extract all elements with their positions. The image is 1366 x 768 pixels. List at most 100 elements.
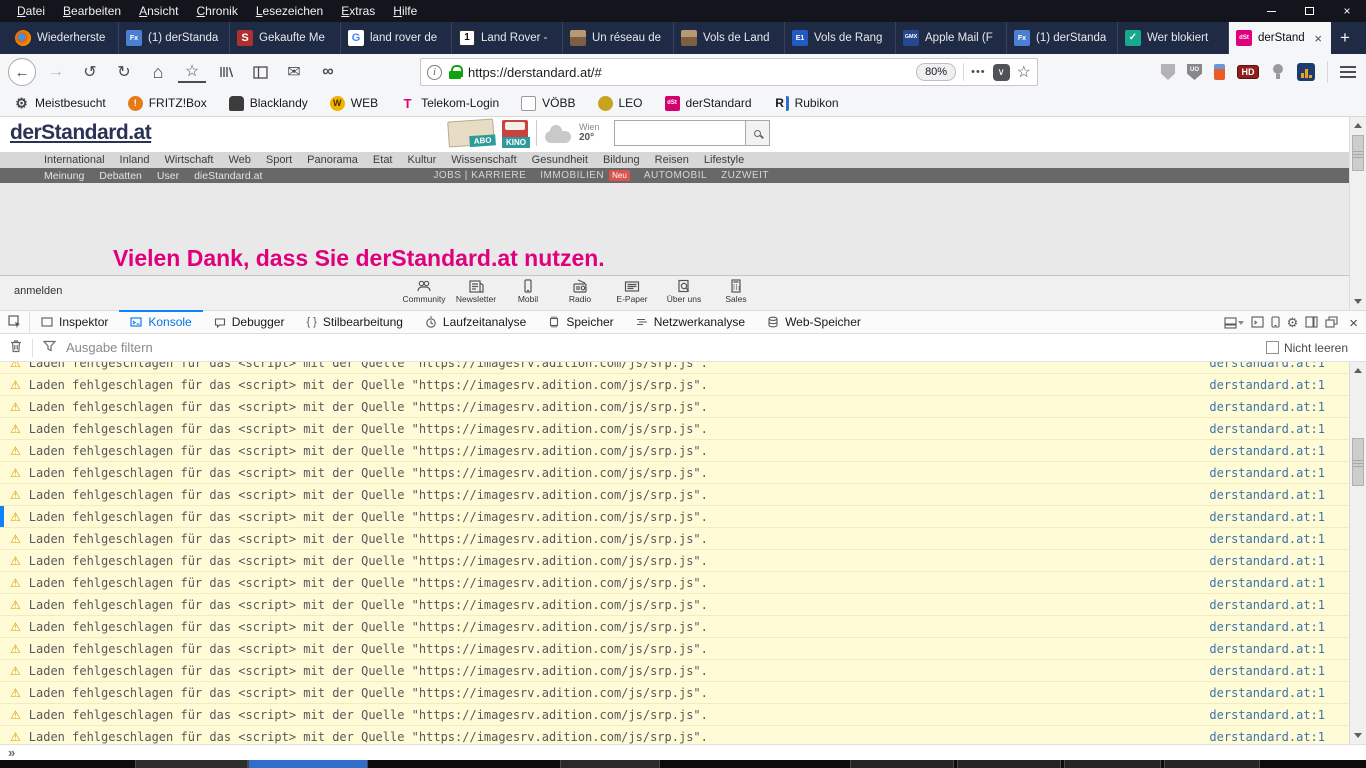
close-button[interactable]: × <box>1328 0 1366 22</box>
site-nav-link[interactable]: Bildung <box>603 154 640 166</box>
menu-item[interactable]: Lesezeichen <box>247 1 332 21</box>
site-logo[interactable]: derStandard.at <box>10 121 151 145</box>
abo-icon[interactable]: ABO <box>447 118 495 147</box>
bookmark-item[interactable]: ⚙ Meistbesucht <box>14 96 106 111</box>
bookmark-item[interactable]: ! FRITZ!Box <box>128 96 207 111</box>
site-nav-link[interactable]: dieStandard.at <box>194 170 262 182</box>
scroll-up-icon[interactable] <box>1354 368 1362 373</box>
devtools-tab-web-speicher[interactable]: Web-Speicher <box>756 311 872 333</box>
site-search-button[interactable] <box>746 120 770 146</box>
scrollbar-thumb[interactable] <box>1352 438 1364 486</box>
zoom-indicator[interactable]: 80% <box>916 63 956 81</box>
url-text[interactable]: https://derstandard.at/# <box>468 65 909 80</box>
mask-icon[interactable]: ∞ <box>314 58 342 86</box>
console-row[interactable]: ⚠Laden fehlgeschlagen für das <script> m… <box>0 506 1349 528</box>
extension-icon[interactable] <box>1214 64 1225 80</box>
responsive-mode-icon[interactable] <box>1271 316 1280 331</box>
site-nav-link[interactable]: International <box>44 154 105 166</box>
taskbar-app-segment[interactable] <box>248 760 368 768</box>
bookmark-item[interactable]: R Rubikon <box>774 96 839 111</box>
console-source-link[interactable]: derstandard.at:1 <box>1209 730 1325 744</box>
site-nav-link[interactable]: Debatten <box>99 170 142 182</box>
library-icon[interactable] <box>212 58 240 86</box>
back-icon[interactable]: ← <box>8 58 36 86</box>
console-row[interactable]: ⚠Laden fehlgeschlagen für das <script> m… <box>0 682 1349 704</box>
site-nav-link[interactable]: AUTOMOBIL <box>644 170 707 181</box>
console-source-link[interactable]: derstandard.at:1 <box>1209 598 1325 612</box>
console-row[interactable]: ⚠Laden fehlgeschlagen für das <script> m… <box>0 484 1349 506</box>
weather-widget[interactable]: Wien20° <box>579 122 600 144</box>
bookmark-item[interactable]: LEO <box>598 96 643 111</box>
bookmark-item[interactable]: VÖBB <box>521 96 575 111</box>
console-row[interactable]: ⚠Laden fehlgeschlagen für das <script> m… <box>0 660 1349 682</box>
console-row[interactable]: ⚠Laden fehlgeschlagen für das <script> m… <box>0 362 1349 374</box>
site-nav-link[interactable]: Sport <box>266 154 292 166</box>
clear-console-trash-icon[interactable] <box>10 339 22 356</box>
site-nav-link[interactable]: Meinung <box>44 170 84 182</box>
bookmark-star-icon[interactable]: ☆ <box>178 61 206 83</box>
forward-icon[interactable]: → <box>42 58 70 86</box>
console-source-link[interactable]: derstandard.at:1 <box>1209 378 1325 392</box>
console-row[interactable]: ⚠Laden fehlgeschlagen für das <script> m… <box>0 396 1349 418</box>
maximize-button[interactable] <box>1290 0 1328 22</box>
devtools-tab-speicher[interactable]: Speicher <box>537 311 624 333</box>
persist-logs-checkbox[interactable] <box>1266 341 1279 354</box>
menu-item[interactable]: Datei <box>8 1 54 21</box>
menu-item[interactable]: Hilfe <box>384 1 426 21</box>
footer-link-newsletter[interactable]: Newsletter <box>450 279 502 304</box>
console-source-link[interactable]: derstandard.at:1 <box>1209 532 1325 546</box>
menu-item[interactable]: Chronik <box>187 1 246 21</box>
page-actions-icon[interactable]: ••• <box>971 66 986 78</box>
browser-tab[interactable]: Vols de Land <box>674 22 785 54</box>
site-nav-link[interactable]: Inland <box>120 154 150 166</box>
devtools-tab-laufzeitanalyse[interactable]: Laufzeitanalyse <box>414 311 537 333</box>
browser-tab[interactable]: ✓ Wer blokiert <box>1118 22 1229 54</box>
anmelden-link[interactable]: anmelden <box>14 285 62 297</box>
footer-link-sales[interactable]: Sales <box>710 279 762 304</box>
console-source-link[interactable]: derstandard.at:1 <box>1209 554 1325 568</box>
browser-tab[interactable]: E1 Vols de Rang <box>785 22 896 54</box>
devtools-tab-netzwerkanalyse[interactable]: Netzwerkanalyse <box>625 311 756 333</box>
sidebar-icon[interactable] <box>246 58 274 86</box>
console-row[interactable]: ⚠Laden fehlgeschlagen für das <script> m… <box>0 726 1349 744</box>
console-input-line[interactable]: » <box>0 744 1366 760</box>
page-info-icon[interactable]: i <box>427 65 442 80</box>
devtools-tab-stilbearbeitung[interactable]: { } Stilbearbeitung <box>295 311 413 333</box>
hd-extension-icon[interactable]: HD <box>1237 65 1259 79</box>
pick-element-icon[interactable] <box>0 311 30 333</box>
devtools-tab-konsole[interactable]: Konsole <box>119 311 202 333</box>
site-nav-link[interactable]: Gesundheit <box>532 154 588 166</box>
site-nav-link[interactable]: User <box>157 170 179 182</box>
url-bar[interactable]: i https://derstandard.at/# 80% ••• ∨ ☆ <box>420 58 1038 86</box>
footer-link-mobil[interactable]: Mobil <box>502 279 554 304</box>
separate-window-icon[interactable] <box>1325 316 1338 331</box>
console-source-link[interactable]: derstandard.at:1 <box>1209 444 1325 458</box>
console-row[interactable]: ⚠Laden fehlgeschlagen für das <script> m… <box>0 704 1349 726</box>
console-row[interactable]: ⚠Laden fehlgeschlagen für das <script> m… <box>0 616 1349 638</box>
console-row[interactable]: ⚠Laden fehlgeschlagen für das <script> m… <box>0 528 1349 550</box>
scrollbar-thumb[interactable] <box>1352 135 1364 171</box>
site-nav-link[interactable]: Web <box>228 154 250 166</box>
home-icon[interactable]: ⌂ <box>144 58 172 86</box>
console-source-link[interactable]: derstandard.at:1 <box>1209 576 1325 590</box>
dock-bottom-icon[interactable] <box>1224 317 1244 329</box>
site-nav-link[interactable]: Reisen <box>655 154 689 166</box>
bookmark-item[interactable]: Blacklandy <box>229 96 308 111</box>
console-row[interactable]: ⚠Laden fehlgeschlagen für das <script> m… <box>0 374 1349 396</box>
menu-item[interactable]: Ansicht <box>130 1 187 21</box>
browser-console-icon[interactable] <box>1251 316 1264 331</box>
console-source-link[interactable]: derstandard.at:1 <box>1209 686 1325 700</box>
taskbar-app-segment[interactable] <box>1064 760 1161 768</box>
browser-tab[interactable]: Fx (1) derStanda <box>1007 22 1118 54</box>
footer-link-community[interactable]: Community <box>398 279 450 304</box>
console-source-link[interactable]: derstandard.at:1 <box>1209 362 1325 370</box>
console-source-link[interactable]: derstandard.at:1 <box>1209 488 1325 502</box>
browser-tab[interactable]: 1 Land Rover - <box>452 22 563 54</box>
taskbar-app-segment[interactable] <box>850 760 954 768</box>
site-nav-link[interactable]: Wissenschaft <box>451 154 516 166</box>
site-nav-link[interactable]: Etat <box>373 154 393 166</box>
lightbulb-extension-icon[interactable] <box>1271 64 1285 80</box>
footer-link-epaper[interactable]: E-Paper <box>606 279 658 304</box>
site-nav-link[interactable]: Wirtschaft <box>165 154 214 166</box>
browser-tab[interactable]: G land rover de <box>341 22 452 54</box>
